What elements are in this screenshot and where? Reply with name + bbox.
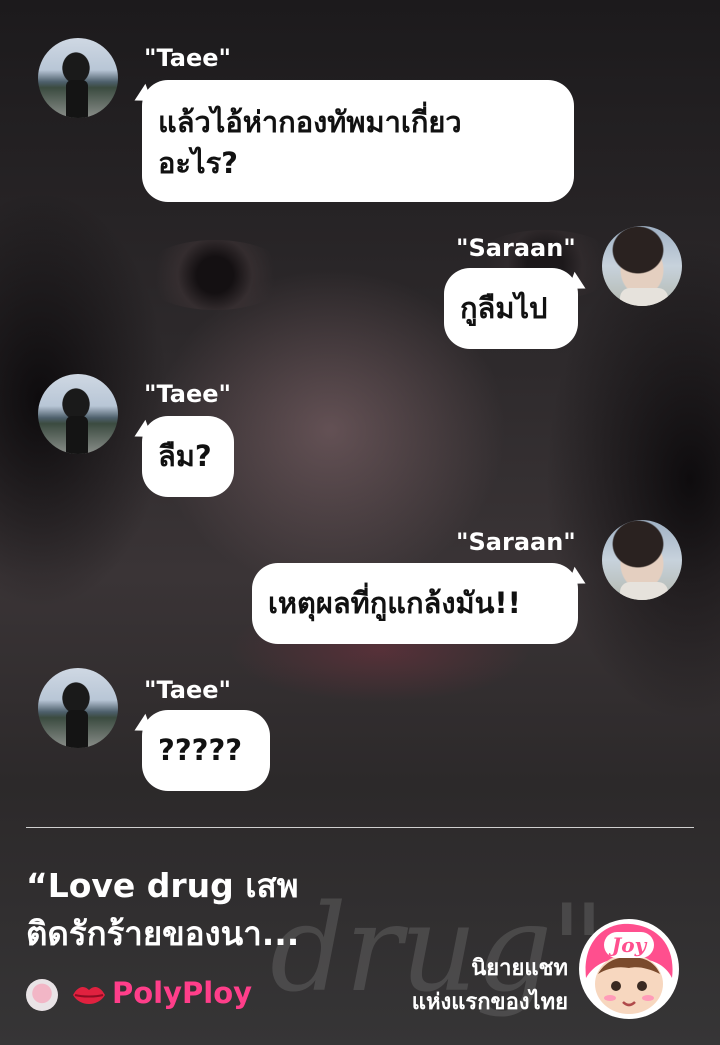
sender-name: "Taee" <box>144 676 232 704</box>
message-text-line: ????? <box>158 733 243 767</box>
avatar-saraan[interactable] <box>602 520 682 600</box>
message-text-line: ลืม? <box>158 439 212 473</box>
message-bubble[interactable]: แล้วไอ้ห่ากองทัพมาเกี่ยว อะไร? <box>142 80 574 202</box>
background-eye-left <box>140 240 290 310</box>
avatar-saraan[interactable] <box>602 226 682 306</box>
sender-name: "Taee" <box>144 380 232 408</box>
sender-name: "Saraan" <box>456 528 576 556</box>
message-bubble[interactable]: ????? <box>142 710 270 791</box>
lips-icon <box>73 987 105 1004</box>
footer-divider <box>26 827 694 828</box>
app-tagline: นิยายแชท แห่งแรกของไทย <box>412 952 568 1020</box>
message-bubble[interactable]: ลืม? <box>142 416 234 497</box>
message-text-line: แล้วไอ้ห่ากองทัพมาเกี่ยว <box>158 105 462 139</box>
joy-app-logo-icon[interactable]: Joy <box>578 918 680 1020</box>
author-name[interactable]: PolyPloy <box>112 976 252 1010</box>
story-title[interactable]: “Love drug เสพ ติดรักร้ายของนา... <box>26 862 356 958</box>
sender-name: "Taee" <box>144 44 232 72</box>
sender-name: "Saraan" <box>456 234 576 262</box>
message-text-line: เหตุผลที่กูแกล้งมัน!! <box>268 586 521 620</box>
avatar-taee[interactable] <box>38 374 118 454</box>
logo-text: Joy <box>608 933 648 957</box>
message-bubble[interactable]: เหตุผลที่กูแกล้งมัน!! <box>252 563 578 644</box>
story-title-line: ติดรักร้ายของนา... <box>26 914 300 953</box>
avatar-taee[interactable] <box>38 668 118 748</box>
story-title-line: “Love drug เสพ <box>26 866 299 905</box>
message-bubble[interactable]: กูลืมไป <box>444 268 578 349</box>
message-text-line: อะไร? <box>158 146 238 180</box>
app-tagline-line: นิยายแชท <box>471 956 568 981</box>
app-tagline-line: แห่งแรกของไทย <box>411 990 568 1015</box>
avatar-taee[interactable] <box>38 38 118 118</box>
message-text-line: กูลืมไป <box>460 291 548 325</box>
author-avatar[interactable] <box>26 979 58 1011</box>
